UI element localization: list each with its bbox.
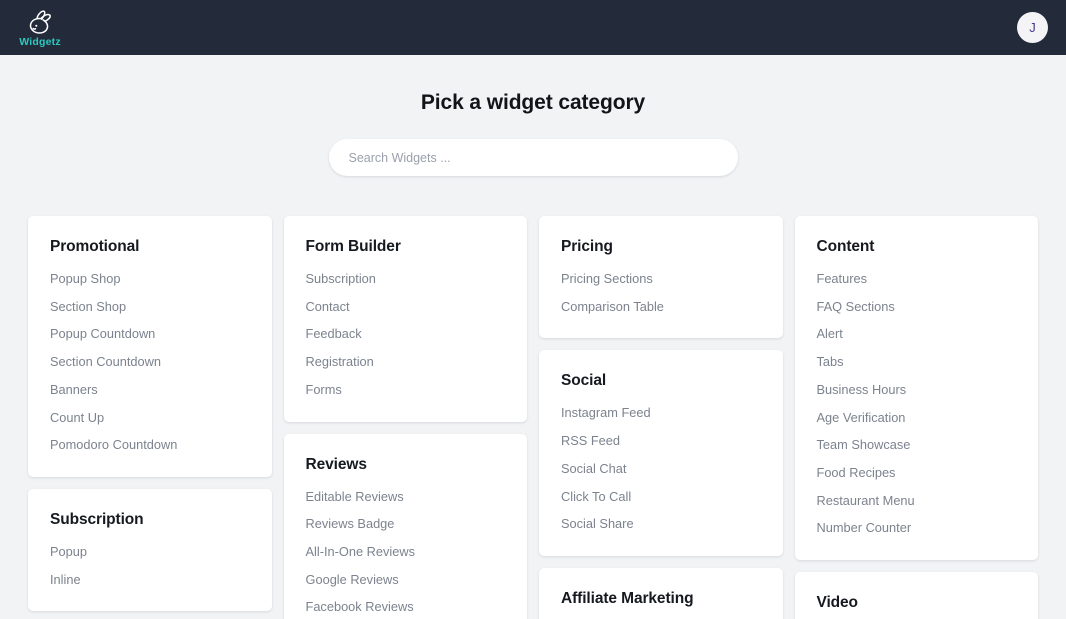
category-item-list: Pricing Sections Comparison Table — [561, 271, 761, 315]
category-item[interactable]: Google Reviews — [306, 572, 506, 588]
category-card-title: Pricing — [561, 238, 613, 255]
brand-name: Widgetz — [19, 35, 61, 48]
category-item[interactable]: Editable Reviews — [306, 489, 506, 505]
category-item-list: Instagram Feed RSS Feed Social Chat Click T… — [561, 406, 761, 532]
category-item[interactable]: Popup — [50, 544, 250, 560]
category-item[interactable]: Social Chat — [561, 461, 761, 477]
category-item[interactable]: Registration — [306, 354, 506, 370]
search-bar-container — [0, 139, 1066, 176]
category-item[interactable]: Team Showcase — [817, 438, 1017, 453]
category-card-title: Promotional — [50, 238, 140, 255]
category-item[interactable]: Facebook Reviews — [306, 600, 506, 615]
category-column: Promotional Popup Shop Section Shop Popup C… — [28, 216, 272, 612]
category-card-title: Subscription — [50, 510, 144, 528]
category-item[interactable]: Section Countdown — [50, 354, 250, 370]
category-item[interactable]: Popup Shop — [50, 271, 250, 287]
category-item[interactable]: Number Counter — [817, 521, 1017, 536]
brand-logo[interactable]: Widgetz — [14, 8, 66, 48]
category-item[interactable]: Count Up — [50, 410, 250, 426]
category-item[interactable]: Subscription — [306, 271, 506, 287]
category-card-title: Affiliate Marketing — [561, 589, 694, 607]
category-item[interactable]: Pomodoro Countdown — [50, 438, 250, 453]
category-column: Content Features FAQ Sections Alert Tabs Busi… — [794, 216, 1038, 619]
category-item[interactable]: Reviews Badge — [306, 517, 506, 532]
category-item[interactable]: Social Share — [561, 517, 761, 532]
category-item[interactable]: Alert — [817, 327, 1017, 342]
category-item[interactable]: Age Verification — [817, 410, 1017, 426]
category-item[interactable]: Pricing Sections — [561, 271, 761, 287]
category-item[interactable]: Feedback — [306, 327, 506, 342]
category-item[interactable]: RSS Feed — [561, 433, 761, 449]
category-card: Affiliate Marketing — [539, 567, 783, 619]
category-card: Content Features FAQ Sections Alert Tabs Busi… — [794, 216, 1038, 561]
category-item-list: Popup Inline — [50, 544, 250, 588]
category-card: Subscription Popup Inline — [28, 488, 272, 612]
category-item[interactable]: Click To Call — [561, 489, 761, 505]
category-card: Social Instagram Feed RSS Feed Social Chat C… — [539, 350, 783, 556]
category-item-list: Subscription Contact Feedback Registration F… — [306, 271, 506, 398]
category-item-list: Features FAQ Sections Alert Tabs Business Ho… — [817, 271, 1017, 536]
category-item[interactable]: Comparison Table — [561, 299, 761, 315]
avatar[interactable]: J — [1017, 12, 1048, 43]
category-card: Reviews Editable Reviews Reviews Badge All-… — [283, 433, 527, 619]
category-item[interactable]: Popup Countdown — [50, 327, 250, 342]
rabbit-logo-icon — [25, 10, 55, 36]
category-item[interactable]: Food Recipes — [817, 465, 1017, 481]
top-header-bar: Widgetz J — [0, 0, 1066, 55]
category-column: Pricing Pricing Sections Comparison Table S… — [539, 216, 783, 619]
search-input[interactable] — [328, 139, 738, 176]
category-item-list: Popup Shop Section Shop Popup Countdown Sec… — [50, 271, 250, 453]
page-title: Pick a widget category — [420, 91, 646, 114]
category-card: Promotional Popup Shop Section Shop Popup C… — [28, 216, 272, 477]
category-card: Pricing Pricing Sections Comparison Table — [539, 216, 783, 339]
widget-category-board: Promotional Popup Shop Section Shop Popup C… — [0, 216, 1066, 619]
category-item[interactable]: Inline — [50, 572, 250, 588]
category-column: Form Builder Subscription Contact Feedback R… — [283, 216, 527, 619]
category-card: Form Builder Subscription Contact Feedback R… — [283, 216, 527, 422]
category-item-list: Editable Reviews Reviews Badge All-In-One … — [306, 489, 506, 616]
category-item[interactable]: Business Hours — [817, 382, 1017, 398]
category-item[interactable]: Banners — [50, 382, 250, 398]
category-item[interactable]: Tabs — [817, 354, 1017, 370]
category-card-title: Social — [561, 372, 607, 390]
category-card-title: Video — [816, 594, 859, 612]
category-item[interactable]: FAQ Sections — [817, 299, 1017, 315]
category-card: Video — [794, 572, 1038, 619]
category-item[interactable]: Instagram Feed — [561, 406, 761, 421]
category-item[interactable]: Forms — [306, 382, 506, 398]
category-item[interactable]: Restaurant Menu — [817, 493, 1017, 509]
category-item[interactable]: Section Shop — [50, 299, 250, 315]
category-card-title: Content — [816, 238, 875, 255]
category-card-title: Form Builder — [305, 238, 401, 255]
category-item[interactable]: All-In-One Reviews — [306, 544, 506, 560]
category-card-title: Reviews — [305, 455, 367, 473]
category-item[interactable]: Contact — [306, 299, 506, 315]
category-item[interactable]: Features — [817, 271, 1017, 287]
